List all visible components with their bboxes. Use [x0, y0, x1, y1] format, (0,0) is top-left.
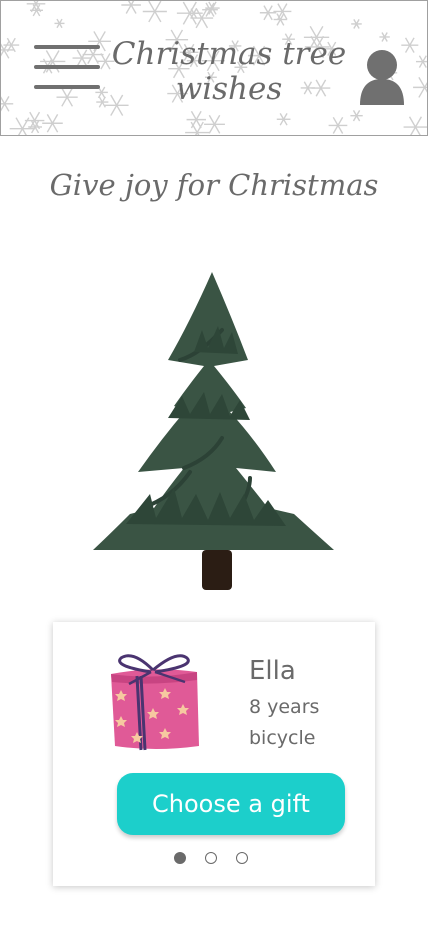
- child-name: Ella: [249, 656, 296, 686]
- snowflake-icon: [351, 19, 362, 29]
- child-wish: bicycle: [249, 727, 316, 749]
- christmas-tree-illustration: [93, 272, 334, 590]
- snowflake-icon: [415, 55, 427, 68]
- snowflake-icon: [276, 112, 291, 126]
- app-header: Christmas tree wishes: [0, 0, 428, 136]
- tagline: Give joy for Christmas: [49, 168, 379, 202]
- snowflake-icon: [259, 5, 277, 21]
- snowflake-icon: [54, 18, 65, 29]
- menu-icon-bar: [34, 45, 100, 49]
- wish-card: Ella 8 years bicycle Choose a gift: [53, 622, 375, 886]
- carousel-pagination: [174, 852, 254, 864]
- menu-icon-bar: [34, 85, 100, 89]
- pagination-dot[interactable]: [236, 852, 248, 864]
- snowflake-icon: [121, 1, 141, 14]
- snowflake-icon: [28, 120, 42, 134]
- app-title: Christmas tree wishes: [111, 36, 347, 107]
- menu-button[interactable]: [34, 45, 100, 93]
- snowflake-icon: [328, 116, 348, 134]
- child-age: 8 years: [249, 696, 320, 718]
- snowflake-icon: [1, 96, 14, 112]
- snowflake-icon: [204, 114, 225, 134]
- snowflake-icon: [186, 110, 206, 129]
- snowflake-icon: [29, 4, 43, 17]
- pagination-dot[interactable]: [205, 852, 217, 864]
- snowflake-icon: [142, 1, 167, 23]
- pagination-dot[interactable]: [174, 852, 186, 864]
- snowflake-icon: [413, 76, 427, 98]
- snowflake-icon: [379, 32, 390, 42]
- snowflake-icon: [403, 116, 427, 135]
- user-profile-icon[interactable]: [357, 49, 407, 105]
- choose-gift-button[interactable]: Choose a gift: [117, 773, 345, 835]
- gift-icon: [111, 654, 199, 751]
- menu-icon-bar: [34, 65, 100, 69]
- snowflake-icon: [205, 1, 220, 15]
- snowflake-icon: [42, 113, 63, 133]
- snowflake-icon: [350, 109, 363, 122]
